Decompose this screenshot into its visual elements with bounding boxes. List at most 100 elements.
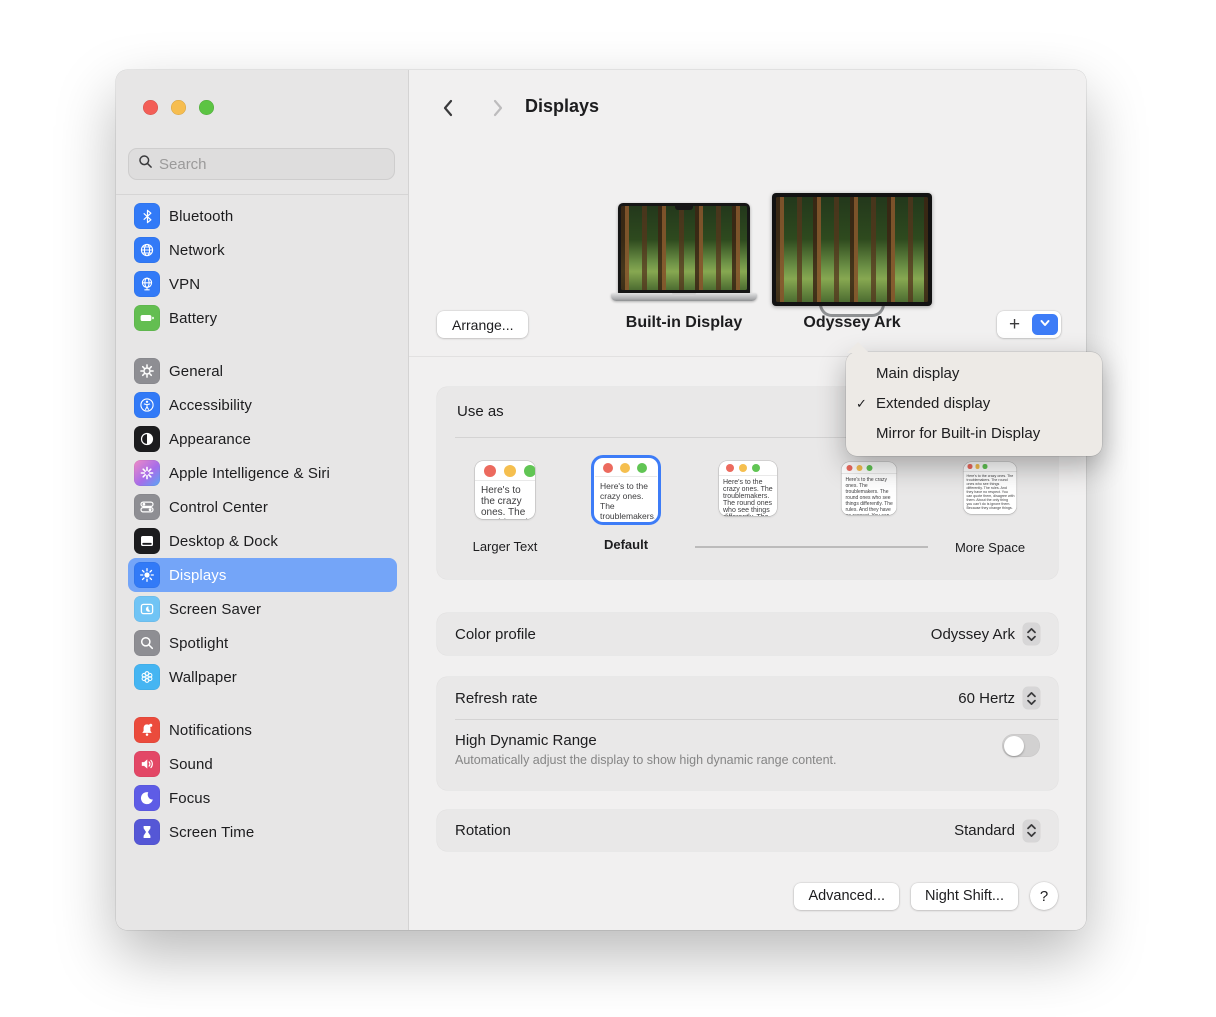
search-input[interactable] [159, 156, 385, 173]
moon-icon [134, 785, 160, 811]
screen-saver-icon [134, 596, 160, 622]
preview-dot [603, 463, 613, 473]
accessibility-icon [134, 392, 160, 418]
sidebar-item-apple-intelligence-siri[interactable]: Apple Intelligence & Siri [128, 456, 397, 490]
sidebar-item-control-center[interactable]: Control Center [128, 490, 397, 524]
external-display-thumbnail[interactable] [772, 193, 932, 317]
zoom-button[interactable] [199, 100, 214, 115]
menu-item-label: Extended display [876, 395, 990, 412]
builtin-display-label: Built-in Display [613, 314, 755, 332]
preview-dot [867, 465, 873, 471]
sidebar-separator [116, 194, 408, 195]
color-profile-select[interactable]: Odyssey Ark [931, 623, 1040, 645]
sidebar-item-network[interactable]: Network [128, 233, 397, 267]
rotation-card: Rotation Standard [437, 810, 1058, 851]
minimize-button[interactable] [171, 100, 186, 115]
stepper-icon[interactable] [1023, 687, 1040, 709]
sidebar-item-desktop-dock[interactable]: Desktop & Dock [128, 524, 397, 558]
sidebar-item-label: Accessibility [169, 397, 252, 414]
page-title: Displays [525, 96, 599, 117]
color-profile-row: Color profile Odyssey Ark [437, 613, 1058, 655]
sidebar-item-wallpaper[interactable]: Wallpaper [128, 660, 397, 694]
sidebar-item-spotlight[interactable]: Spotlight [128, 626, 397, 660]
add-display-button[interactable]: + [997, 312, 1032, 337]
stepper-icon[interactable] [1023, 623, 1040, 645]
arrange-button[interactable]: Arrange... [437, 311, 528, 338]
menu-item-mirror-for-built-in-display[interactable]: Mirror for Built-in Display [846, 419, 1102, 449]
sidebar-item-sound[interactable]: Sound [128, 747, 397, 781]
sidebar-item-displays[interactable]: Displays [128, 558, 397, 592]
add-display-menu-button[interactable] [1032, 314, 1058, 335]
displays-pane: Displays Arrange... Built-in Display Ody… [409, 70, 1086, 930]
sidebar-item-battery[interactable]: Battery [128, 301, 397, 335]
footer-toolbar: Advanced... Night Shift... ? [437, 882, 1058, 910]
rotation-value: Standard [954, 822, 1015, 839]
scale-option-more-space[interactable]: Here's to the crazy ones. The troublemak… [964, 462, 1017, 514]
globe-icon [134, 237, 160, 263]
preview-dot [637, 463, 647, 473]
sidebar-group: Notifications SoundFocus Screen Time [128, 713, 397, 849]
scale-option-label: Default [604, 537, 648, 552]
scale-preview-window: Here's to the crazy ones. The troublemak… [719, 461, 777, 516]
rotation-select[interactable]: Standard [954, 820, 1040, 842]
sidebar-item-label: Screen Time [169, 824, 254, 841]
sidebar-item-bluetooth[interactable]: Bluetooth [128, 199, 397, 233]
sidebar-item-notifications[interactable]: Notifications [128, 713, 397, 747]
back-button[interactable] [435, 96, 461, 122]
sidebar-item-label: Notifications [169, 722, 252, 739]
control-center-icon [134, 494, 160, 520]
menu-item-extended-display[interactable]: ✓Extended display [846, 389, 1102, 419]
color-profile-label: Color profile [455, 626, 536, 643]
preview-sample-text: Here's to the crazy ones. The troublemak… [475, 481, 535, 519]
sidebar-item-label: Spotlight [169, 635, 228, 652]
rotation-label: Rotation [455, 822, 511, 839]
scale-option-label: Larger Text [473, 539, 538, 554]
rotation-row: Rotation Standard [437, 810, 1058, 851]
sidebar-item-general[interactable]: General [128, 354, 397, 388]
sidebar-item-screen-saver[interactable]: Screen Saver [128, 592, 397, 626]
preview-dot [504, 465, 516, 477]
preview-sample-text: Here's to the crazy ones. The troublemak… [595, 477, 657, 521]
add-display-split-button: + [997, 311, 1061, 338]
sidebar-item-label: Screen Saver [169, 601, 261, 618]
search-field[interactable] [128, 148, 395, 180]
battery-icon [134, 305, 160, 331]
sidebar-item-label: Control Center [169, 499, 268, 516]
sidebar-group: Bluetooth NetworkVPN Battery [128, 199, 397, 335]
scale-option-3[interactable]: Here's to the crazy ones. The troublemak… [719, 461, 777, 516]
preview-sample-text: Here's to the crazy ones. The troublemak… [842, 474, 897, 515]
speaker-icon [134, 751, 160, 777]
gear-icon [134, 358, 160, 384]
preview-traffic-lights [964, 462, 1017, 472]
refresh-rate-select[interactable]: 60 Hertz [958, 687, 1040, 709]
sidebar-item-label: Appearance [169, 431, 251, 448]
bell-icon [134, 717, 160, 743]
sidebar-item-screen-time[interactable]: Screen Time [128, 815, 397, 849]
scale-option-default[interactable]: Here's to the crazy ones. The troublemak… [595, 459, 657, 521]
help-button[interactable]: ? [1030, 882, 1058, 910]
scale-option-4[interactable]: Here's to the crazy ones. The troublemak… [842, 462, 897, 515]
stepper-icon[interactable] [1023, 820, 1040, 842]
intelligence-icon [134, 460, 160, 486]
sidebar-item-label: Apple Intelligence & Siri [169, 465, 330, 482]
preview-traffic-lights [475, 461, 535, 481]
bluetooth-icon [134, 203, 160, 229]
close-button[interactable] [143, 100, 158, 115]
advanced-button[interactable]: Advanced... [794, 883, 899, 910]
night-shift-button[interactable]: Night Shift... [911, 883, 1018, 910]
menu-item-main-display[interactable]: Main display [846, 359, 1102, 389]
preview-dot [847, 465, 853, 471]
sidebar-item-focus[interactable]: Focus [128, 781, 397, 815]
scale-option-larger-text[interactable]: Here's to the crazy ones. The troublemak… [475, 461, 535, 519]
forward-button[interactable] [485, 96, 511, 122]
sidebar-item-appearance[interactable]: Appearance [128, 422, 397, 456]
hdr-description: Automatically adjust the display to show… [455, 753, 836, 767]
display-mode-menu: Main display✓Extended displayMirror for … [846, 352, 1102, 456]
sidebar-item-accessibility[interactable]: Accessibility [128, 388, 397, 422]
hdr-toggle[interactable] [1002, 734, 1040, 757]
wallpaper-image [776, 197, 928, 302]
sidebar-item-label: Bluetooth [169, 208, 233, 225]
sidebar-item-vpn[interactable]: VPN [128, 267, 397, 301]
sidebar-item-label: Battery [169, 310, 217, 327]
builtin-display-thumbnail[interactable] [611, 203, 757, 301]
